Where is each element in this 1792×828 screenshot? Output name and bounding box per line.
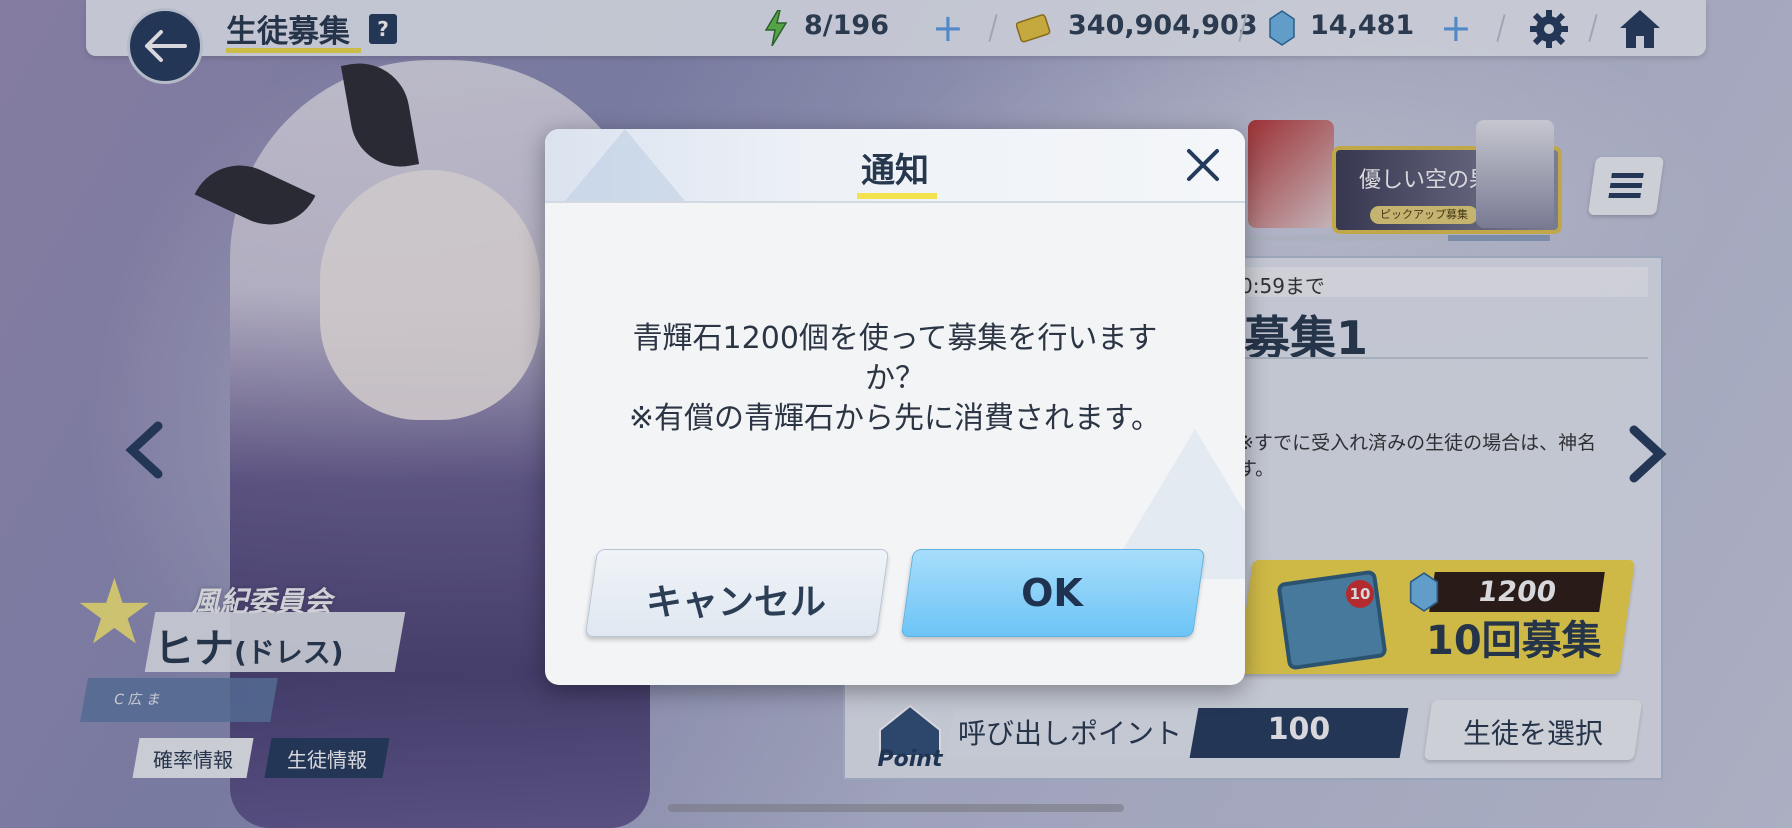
confirm-dialog: 通知 青輝石1200個を使って募集を行います か？ ※有償の青輝石から先に消費さ… — [545, 129, 1245, 685]
close-icon[interactable] — [1183, 145, 1223, 185]
dialog-message-line: か？ — [865, 361, 925, 396]
dialog-title-underline — [857, 193, 937, 199]
home-indicator[interactable] — [668, 804, 1124, 812]
dialog-title: 通知 — [861, 151, 929, 191]
dialog-message-line: 青輝石1200個を使って募集を行います — [632, 321, 1158, 356]
dialog-message: 青輝石1200個を使って募集を行います か？ ※有償の青輝石から先に消費されます… — [585, 319, 1205, 439]
dialog-message-line: ※有償の青輝石から先に消費されます。 — [628, 401, 1162, 436]
ok-button-label: OK — [1021, 571, 1083, 615]
cancel-button-label: キャンセル — [645, 582, 826, 623]
